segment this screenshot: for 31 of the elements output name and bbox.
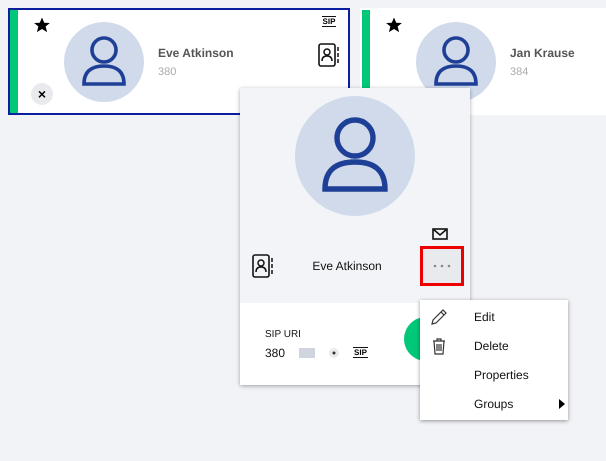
field-value: 380 [265, 346, 286, 360]
contact-card-icon[interactable] [252, 254, 274, 278]
sip-badge: SIP [353, 347, 368, 358]
more-icon [433, 264, 451, 268]
contact-number: 380 [158, 66, 178, 78]
menu-item[interactable]: Delete [420, 331, 568, 360]
sip-badge: SIP [322, 16, 336, 27]
placeholder-block [299, 348, 316, 358]
pencil-icon [430, 308, 448, 326]
menu-item-label: Properties [474, 368, 529, 382]
star-icon[interactable] [33, 16, 51, 34]
contact-name: Jan Krause [510, 46, 576, 60]
star-icon[interactable] [385, 16, 403, 34]
dot-icon [329, 348, 340, 358]
mail-icon[interactable] [432, 228, 448, 240]
menu-item-label: Edit [474, 310, 495, 324]
menu-item[interactable]: Edit [420, 302, 568, 331]
field-label: SIP URI [265, 328, 302, 340]
contact-name: Eve Atkinson [311, 259, 383, 273]
trash-icon [432, 336, 446, 354]
contact-number: 384 [510, 66, 530, 78]
more-button[interactable] [420, 246, 464, 286]
menu-item-label: Groups [474, 396, 514, 410]
contact-card[interactable]: × Eve Atkinson 380 SIP [8, 8, 350, 115]
contact-card-icon[interactable] [318, 43, 340, 67]
menu-item-label: Delete [474, 338, 509, 352]
menu-item[interactable]: Properties [420, 360, 568, 389]
contact-name: Eve Atkinson [158, 46, 235, 60]
submenu-arrow-icon [559, 398, 565, 408]
menu-item[interactable]: Groups [420, 389, 568, 418]
remove-button[interactable]: × [31, 83, 53, 105]
